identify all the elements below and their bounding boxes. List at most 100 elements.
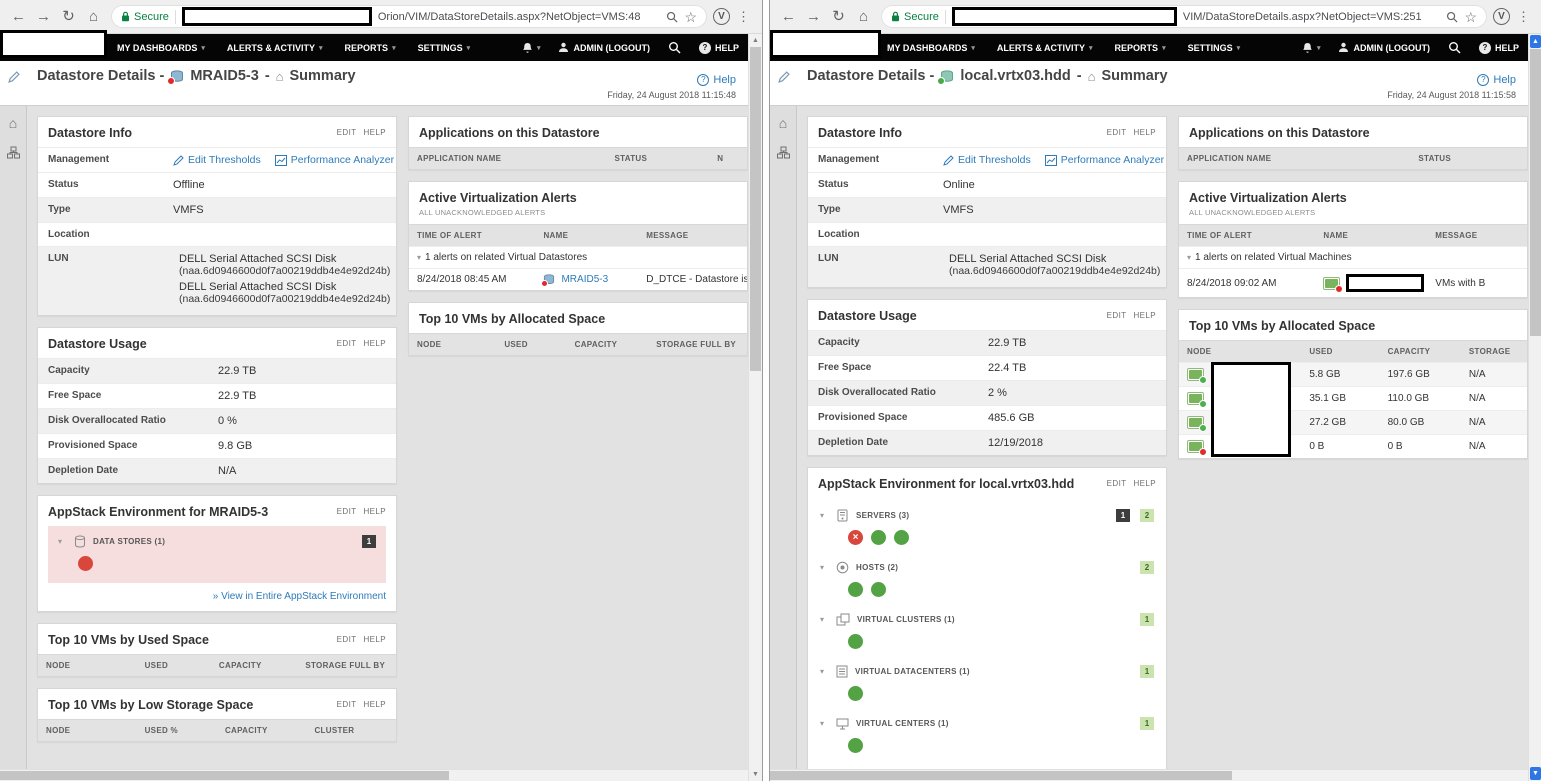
edit-page-pencil-icon[interactable] xyxy=(778,71,790,83)
nav-my-dashboards[interactable]: MY DASHBOARDS ▾ xyxy=(106,34,216,61)
status-up-icon[interactable] xyxy=(848,582,863,597)
edit-link[interactable]: EDIT xyxy=(337,635,357,644)
forward-button[interactable]: → xyxy=(802,5,825,28)
status-down-icon[interactable] xyxy=(78,556,93,571)
collapse-caret-icon[interactable]: ▾ xyxy=(820,667,829,676)
alert-group-row[interactable]: ▾ 1 alerts on related Virtual Datastores xyxy=(409,246,747,269)
status-up-icon[interactable] xyxy=(894,530,909,545)
nav-help[interactable]: ? HELP xyxy=(1470,34,1528,61)
status-up-icon[interactable] xyxy=(848,634,863,649)
bookmark-star-icon[interactable]: ☆ xyxy=(684,10,697,24)
reload-button[interactable]: ↻ xyxy=(827,5,850,28)
nav-search[interactable] xyxy=(659,34,690,61)
scrollbar-thumb[interactable] xyxy=(0,771,449,780)
forward-button[interactable]: → xyxy=(32,5,55,28)
extension-v-icon[interactable]: V xyxy=(1493,8,1510,25)
view-name: Summary xyxy=(1101,68,1168,84)
secure-badge[interactable]: Secure xyxy=(121,11,169,23)
help-link[interactable]: HELP xyxy=(364,128,387,137)
horizontal-scrollbar[interactable] xyxy=(770,769,1528,781)
status-up-icon[interactable] xyxy=(848,738,863,753)
bookmark-star-icon[interactable]: ☆ xyxy=(1464,10,1477,24)
nav-reports[interactable]: REPORTS ▾ xyxy=(334,34,407,61)
status-value: Offline xyxy=(163,172,396,198)
extension-v-icon[interactable]: V xyxy=(713,8,730,25)
browser-menu-icon[interactable]: ⋮ xyxy=(732,5,755,28)
nav-settings[interactable]: SETTINGS ▾ xyxy=(407,34,482,61)
sitemap-icon[interactable] xyxy=(776,146,790,159)
appstack-card: AppStack Environment for MRAID5-3 EDIT HE… xyxy=(37,495,397,612)
vertical-scrollbar[interactable]: ▲ ▼ xyxy=(748,34,762,781)
collapse-caret-icon[interactable]: ▾ xyxy=(58,537,67,546)
scrollbar-thumb[interactable] xyxy=(1530,49,1541,336)
edit-thresholds-link[interactable]: Edit Thresholds xyxy=(173,154,261,166)
notifications-bell[interactable]: ▾ xyxy=(513,34,550,61)
alerts-subtitle: ALL UNACKNOWLEDGED ALERTS xyxy=(419,208,546,217)
edit-link[interactable]: EDIT xyxy=(1107,128,1127,137)
nav-alerts-activity[interactable]: ALERTS & ACTIVITY ▾ xyxy=(216,34,334,61)
scrollbar-thumb[interactable] xyxy=(750,47,761,372)
edit-link[interactable]: EDIT xyxy=(1107,311,1127,320)
scroll-down-arrow[interactable]: ▼ xyxy=(749,768,762,781)
nav-reports[interactable]: REPORTS ▾ xyxy=(1104,34,1177,61)
address-bar[interactable]: Secure VIM/DataStoreDetails.aspx?NetObje… xyxy=(881,5,1487,28)
help-link[interactable]: HELP xyxy=(1134,479,1157,488)
status-up-icon[interactable] xyxy=(871,530,886,545)
horizontal-scrollbar[interactable] xyxy=(0,769,748,781)
edit-page-pencil-icon[interactable] xyxy=(8,71,20,83)
edit-link[interactable]: EDIT xyxy=(337,128,357,137)
nav-help[interactable]: ? HELP xyxy=(690,34,748,61)
collapse-caret-icon[interactable]: ▾ xyxy=(820,563,829,572)
nav-search[interactable] xyxy=(1439,34,1470,61)
alert-name-link[interactable]: MRAID5-3 xyxy=(561,274,608,285)
back-button[interactable]: ← xyxy=(7,5,30,28)
nav-settings[interactable]: SETTINGS ▾ xyxy=(1177,34,1252,61)
help-link[interactable]: HELP xyxy=(364,700,387,709)
scroll-up-arrow[interactable]: ▲ xyxy=(1530,35,1541,48)
address-bar[interactable]: Secure Orion/VIM/DataStoreDetails.aspx?N… xyxy=(111,5,707,28)
scroll-up-arrow[interactable]: ▲ xyxy=(749,34,762,47)
performance-analyzer-link[interactable]: Performance Analyzer xyxy=(274,154,394,166)
back-button[interactable]: ← xyxy=(777,5,800,28)
sitemap-icon[interactable] xyxy=(6,146,20,159)
help-link[interactable]: HELP xyxy=(1134,128,1157,137)
nav-alerts-activity[interactable]: ALERTS & ACTIVITY ▾ xyxy=(986,34,1104,61)
collapse-caret-icon[interactable]: ▾ xyxy=(820,511,829,520)
home-button[interactable]: ⌂ xyxy=(852,5,875,28)
datastore-info-card: Datastore Info EDIT HELP Management Edit … xyxy=(807,116,1167,288)
collapse-caret-icon[interactable]: ▾ xyxy=(820,615,829,624)
edit-link[interactable]: EDIT xyxy=(337,507,357,516)
status-down-icon[interactable]: × xyxy=(848,530,863,545)
edit-link[interactable]: EDIT xyxy=(337,700,357,709)
home-icon[interactable]: ⌂ xyxy=(9,116,17,130)
home-button[interactable]: ⌂ xyxy=(82,5,105,28)
status-up-icon[interactable] xyxy=(871,582,886,597)
home-icon[interactable]: ⌂ xyxy=(779,116,787,130)
reload-button[interactable]: ↻ xyxy=(57,5,80,28)
help-link[interactable]: HELP xyxy=(364,635,387,644)
vertical-scrollbar[interactable]: ▲ ▼ xyxy=(1528,34,1541,781)
edit-link[interactable]: EDIT xyxy=(1107,479,1127,488)
performance-analyzer-link[interactable]: Performance Analyzer xyxy=(1044,154,1164,166)
page-help-link[interactable]: ? Help xyxy=(1477,73,1516,86)
view-appstack-link[interactable]: » View in Entire AppStack Environment xyxy=(213,591,386,602)
edit-link[interactable]: EDIT xyxy=(337,339,357,348)
browser-menu-icon[interactable]: ⋮ xyxy=(1512,5,1535,28)
scrollbar-thumb[interactable] xyxy=(770,771,1233,780)
admin-logout[interactable]: ADMIN (LOGOUT) xyxy=(549,34,659,61)
help-link[interactable]: HELP xyxy=(364,507,387,516)
notifications-bell[interactable]: ▾ xyxy=(1293,34,1330,61)
help-link[interactable]: HELP xyxy=(1134,311,1157,320)
zoom-icon[interactable] xyxy=(1446,11,1458,23)
collapse-caret-icon[interactable]: ▾ xyxy=(820,719,829,728)
zoom-icon[interactable] xyxy=(666,11,678,23)
admin-logout[interactable]: ADMIN (LOGOUT) xyxy=(1329,34,1439,61)
status-up-icon[interactable] xyxy=(848,686,863,701)
secure-badge[interactable]: Secure xyxy=(891,11,939,23)
alert-group-row[interactable]: ▾ 1 alerts on related Virtual Machines xyxy=(1179,246,1527,269)
scroll-down-arrow[interactable]: ▼ xyxy=(1530,767,1541,780)
help-link[interactable]: HELP xyxy=(364,339,387,348)
edit-thresholds-link[interactable]: Edit Thresholds xyxy=(943,154,1031,166)
nav-my-dashboards[interactable]: MY DASHBOARDS ▾ xyxy=(876,34,986,61)
page-help-link[interactable]: ? Help xyxy=(697,73,736,86)
